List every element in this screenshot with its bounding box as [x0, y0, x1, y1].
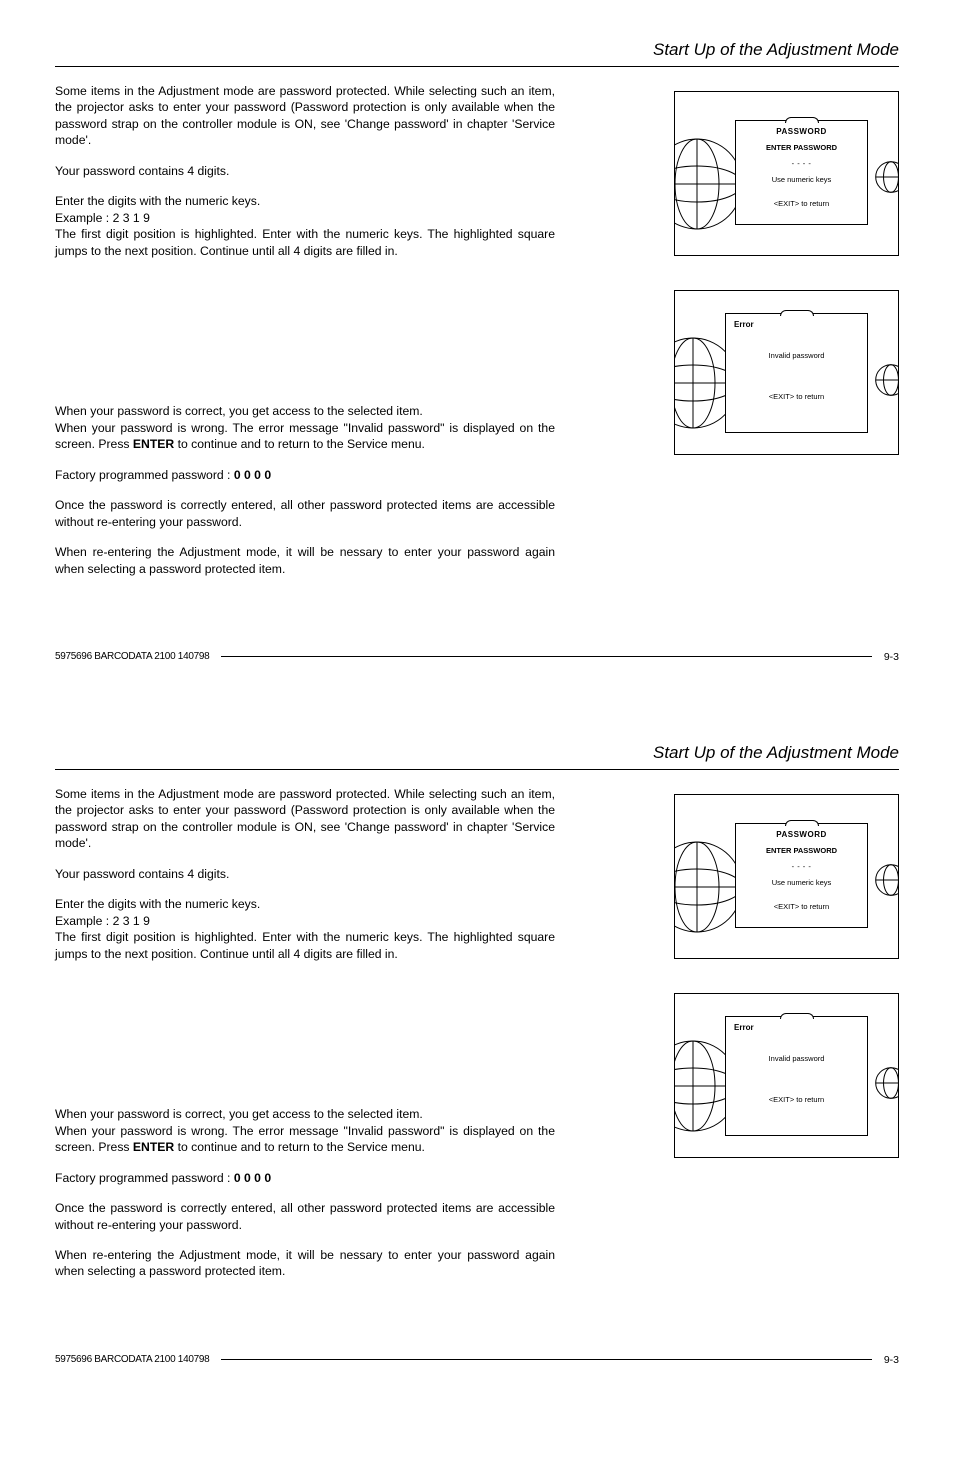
osd-prompt: ENTER PASSWORD	[766, 143, 837, 152]
paragraph: Factory programmed password : 0 0 0 0	[55, 1170, 555, 1186]
section-title: Start Up of the Adjustment Mode	[55, 743, 899, 770]
page-footer: 5975696 BARCODATA 2100 140798 9-3	[55, 651, 899, 663]
osd-title: PASSWORD	[776, 830, 827, 839]
panel-tab	[780, 1013, 814, 1019]
error-label: Error	[734, 320, 859, 329]
document-id: 5975696 BARCODATA 2100 140798	[55, 1354, 209, 1365]
paragraph: When your password is correct, you get a…	[55, 1106, 555, 1155]
text-line: to continue and to return to the Service…	[174, 1140, 425, 1154]
text-line: Enter the digits with the numeric keys.	[55, 897, 260, 911]
osd-password-screen: PASSWORD ENTER PASSWORD - - - - Use nume…	[674, 794, 899, 959]
footer-rule	[221, 656, 871, 657]
content-row: Some items in the Adjustment mode are pa…	[55, 786, 899, 1294]
osd-hint: Use numeric keys	[772, 878, 832, 887]
osd-panel: Error Invalid password <EXIT> to return	[725, 313, 868, 433]
paragraph: When re-entering the Adjustment mode, it…	[55, 1247, 555, 1280]
text-line: The first digit position is highlighted.…	[55, 227, 555, 257]
page-number: 9-3	[884, 651, 899, 663]
osd-exit-hint: <EXIT> to return	[734, 1095, 859, 1104]
text-column: Some items in the Adjustment mode are pa…	[55, 786, 555, 1294]
osd-title: PASSWORD	[776, 127, 827, 136]
text-line: Factory programmed password :	[55, 1171, 234, 1185]
panel-tab	[785, 820, 819, 826]
text-line: The first digit position is highlighted.…	[55, 930, 555, 960]
panel-tab	[780, 310, 814, 316]
text-line: Example : 2 3 1 9	[55, 211, 150, 225]
paragraph: Your password contains 4 digits.	[55, 866, 555, 882]
text-line: Factory programmed password :	[55, 468, 234, 482]
section-title: Start Up of the Adjustment Mode	[55, 40, 899, 67]
osd-exit-hint: <EXIT> to return	[774, 199, 829, 208]
password-slots: - - - -	[792, 862, 812, 871]
error-label: Error	[734, 1023, 859, 1032]
key-label: ENTER	[133, 1140, 174, 1154]
paragraph: Some items in the Adjustment mode are pa…	[55, 83, 555, 149]
osd-error-screen: Error Invalid password <EXIT> to return	[674, 290, 899, 455]
password-slots: - - - -	[792, 159, 812, 168]
panel-tab	[785, 117, 819, 123]
osd-exit-hint: <EXIT> to return	[774, 902, 829, 911]
error-message: Invalid password	[734, 351, 859, 360]
page-footer: 5975696 BARCODATA 2100 140798 9-3	[55, 1354, 899, 1366]
text-line: to continue and to return to the Service…	[174, 437, 425, 451]
osd-password-screen: PASSWORD ENTER PASSWORD - - - - Use nume…	[674, 91, 899, 256]
default-password: 0 0 0 0	[234, 468, 271, 482]
default-password: 0 0 0 0	[234, 1171, 271, 1185]
paragraph: When re-entering the Adjustment mode, it…	[55, 544, 555, 577]
osd-panel: PASSWORD ENTER PASSWORD - - - - Use nume…	[735, 120, 868, 225]
text-line: Enter the digits with the numeric keys.	[55, 194, 260, 208]
text-column: Some items in the Adjustment mode are pa…	[55, 83, 555, 591]
text-line: When your password is correct, you get a…	[55, 404, 423, 418]
footer-rule	[221, 1359, 871, 1360]
key-label: ENTER	[133, 437, 174, 451]
globe-icon	[874, 1066, 899, 1100]
osd-hint: Use numeric keys	[772, 175, 832, 184]
osd-exit-hint: <EXIT> to return	[734, 392, 859, 401]
paragraph: Once the password is correctly entered, …	[55, 1200, 555, 1233]
text-line: Example : 2 3 1 9	[55, 914, 150, 928]
paragraph: When your password is correct, you get a…	[55, 403, 555, 452]
globe-icon	[874, 863, 899, 897]
paragraph: Enter the digits with the numeric keys. …	[55, 193, 555, 259]
globe-icon	[874, 363, 899, 397]
page-number: 9-3	[884, 1354, 899, 1366]
paragraph: Some items in the Adjustment mode are pa…	[55, 786, 555, 852]
error-message: Invalid password	[734, 1054, 859, 1063]
figure-column: PASSWORD ENTER PASSWORD - - - - Use nume…	[583, 83, 899, 455]
document-id: 5975696 BARCODATA 2100 140798	[55, 651, 209, 662]
osd-panel: Error Invalid password <EXIT> to return	[725, 1016, 868, 1136]
figure-column: PASSWORD ENTER PASSWORD - - - - Use nume…	[583, 786, 899, 1158]
osd-prompt: ENTER PASSWORD	[766, 846, 837, 855]
content-row: Some items in the Adjustment mode are pa…	[55, 83, 899, 591]
osd-panel: PASSWORD ENTER PASSWORD - - - - Use nume…	[735, 823, 868, 928]
paragraph: Factory programmed password : 0 0 0 0	[55, 467, 555, 483]
paragraph: Once the password is correctly entered, …	[55, 497, 555, 530]
paragraph: Your password contains 4 digits.	[55, 163, 555, 179]
paragraph: Enter the digits with the numeric keys. …	[55, 896, 555, 962]
manual-page: Start Up of the Adjustment Mode Some ite…	[55, 40, 899, 663]
globe-icon	[874, 160, 899, 194]
text-line: When your password is correct, you get a…	[55, 1107, 423, 1121]
manual-page: Start Up of the Adjustment Mode Some ite…	[55, 743, 899, 1366]
osd-error-screen: Error Invalid password <EXIT> to return	[674, 993, 899, 1158]
